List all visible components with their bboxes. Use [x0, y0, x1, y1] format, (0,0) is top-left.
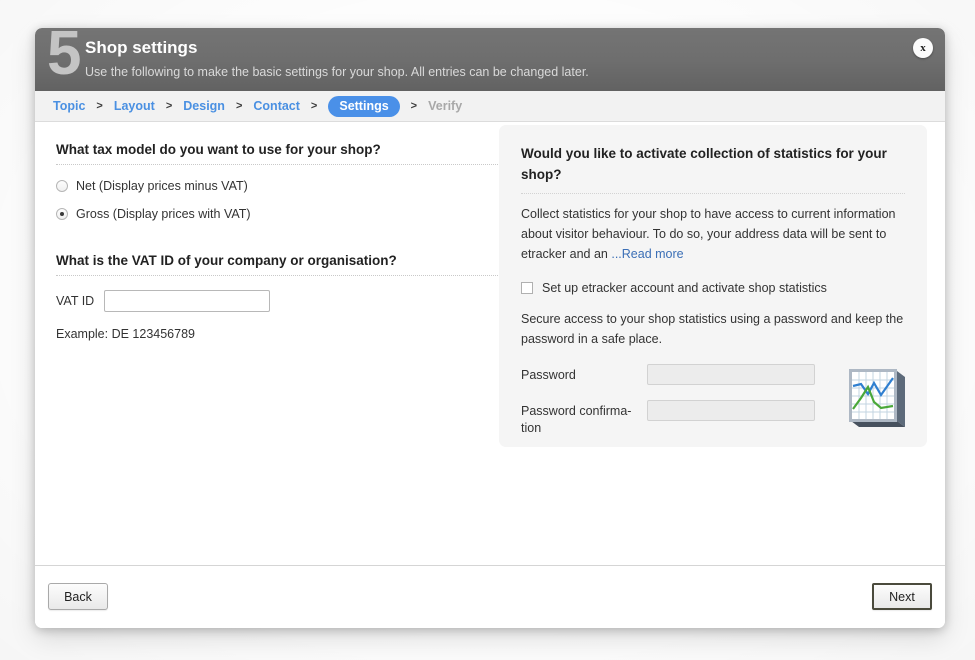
breadcrumb-item-design[interactable]: Design — [183, 99, 225, 113]
dialog-footer: Back Next — [35, 565, 945, 628]
read-more-link[interactable]: ...Read more — [611, 247, 683, 261]
statistics-panel: Would you like to activate collection of… — [499, 125, 927, 447]
tax-and-vat-column: What tax model do you want to use for yo… — [56, 142, 504, 341]
vat-id-label: VAT ID — [56, 294, 95, 308]
breadcrumb-item-layout[interactable]: Layout — [114, 99, 155, 113]
statistics-description: Collect statistics for your shop to have… — [521, 204, 905, 264]
vat-id-input[interactable] — [104, 290, 271, 312]
page-root: 5 Shop settings Use the following to mak… — [0, 0, 975, 660]
breadcrumb-item-topic[interactable]: Topic — [53, 99, 85, 113]
radio-net-label: Net (Display prices minus VAT) — [76, 179, 248, 193]
vat-id-heading: What is the VAT ID of your company or or… — [56, 253, 504, 276]
password-confirm-input[interactable] — [647, 400, 815, 421]
breadcrumb-item-contact[interactable]: Contact — [253, 99, 300, 113]
etracker-checkbox-label: Set up etracker account and activate sho… — [542, 281, 827, 295]
breadcrumb-item-settings[interactable]: Settings — [328, 95, 400, 117]
breadcrumb-separator-icon: > — [165, 100, 173, 112]
radio-option-gross[interactable]: Gross (Display prices with VAT) — [56, 207, 504, 221]
shop-settings-dialog: 5 Shop settings Use the following to mak… — [35, 28, 945, 628]
dialog-body: What tax model do you want to use for yo… — [35, 122, 945, 595]
next-button[interactable]: Next — [872, 583, 932, 610]
statistics-chart-icon — [849, 369, 905, 427]
step-number: 5 — [47, 28, 82, 88]
radio-gross-label: Gross (Display prices with VAT) — [76, 207, 251, 221]
dialog-title: Shop settings — [85, 38, 198, 57]
breadcrumb-separator-icon: > — [235, 100, 243, 112]
etracker-checkbox-row[interactable]: Set up etracker account and activate sho… — [521, 281, 905, 295]
header-text-block: Shop settings Use the following to make … — [85, 38, 890, 81]
radio-net-icon[interactable] — [56, 180, 68, 192]
vat-id-row: VAT ID — [56, 290, 504, 312]
dialog-subtitle: Use the following to make the basic sett… — [85, 65, 589, 79]
breadcrumb-separator-icon: > — [96, 100, 103, 112]
radio-gross-icon[interactable] — [56, 208, 68, 220]
statistics-description-text: Collect statistics for your shop to have… — [521, 207, 896, 261]
etracker-checkbox-icon[interactable] — [521, 282, 533, 294]
password-label: Password — [521, 368, 576, 382]
breadcrumb-separator-icon: > — [310, 100, 318, 112]
tax-model-heading: What tax model do you want to use for yo… — [56, 142, 504, 165]
password-input[interactable] — [647, 364, 815, 385]
vat-id-example: Example: DE 123456789 — [56, 327, 195, 341]
statistics-heading: Would you like to activate collection of… — [521, 143, 905, 194]
radio-option-net[interactable]: Net (Display prices minus VAT) — [56, 179, 504, 193]
password-note: Secure access to your shop statistics us… — [521, 312, 904, 346]
breadcrumb: Topic > Layout > Design > Contact > Sett… — [35, 91, 945, 122]
breadcrumb-separator-icon: > — [410, 100, 418, 112]
dialog-header: 5 Shop settings Use the following to mak… — [35, 28, 945, 91]
back-button[interactable]: Back — [48, 583, 108, 610]
close-icon[interactable]: x — [913, 38, 933, 58]
breadcrumb-item-verify: Verify — [428, 99, 463, 113]
password-confirm-label: Password confirma-tion — [521, 404, 632, 435]
